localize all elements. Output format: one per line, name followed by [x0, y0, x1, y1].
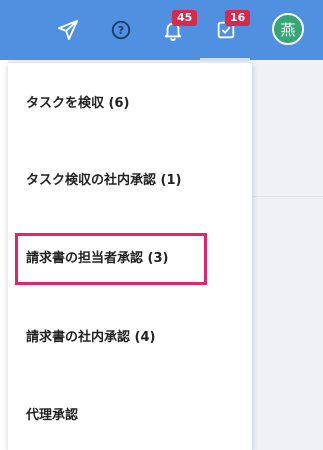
page-background-right: [252, 60, 323, 450]
menu-item-proxy-approval[interactable]: 代理承認: [8, 398, 252, 428]
menu-item-task-acceptance-internal-approval[interactable]: タスク検収の社内承認 (1): [8, 163, 252, 193]
avatar[interactable]: 燕: [272, 13, 304, 45]
menu-item-label: タスク検収の社内承認 (1): [26, 172, 182, 188]
help-icon: ?: [111, 20, 131, 40]
send-icon: [57, 19, 79, 41]
active-tab-indicator: [200, 58, 250, 61]
menu-item-task-acceptance[interactable]: タスクを検収 (6): [8, 86, 252, 116]
inbox-count-badge: 16: [225, 10, 251, 26]
menu-item-invoice-internal-approval[interactable]: 請求書の社内承認 (4): [8, 320, 252, 350]
top-navigation-bar: ? 45 16 燕: [0, 0, 323, 60]
menu-item-label: 請求書の社内承認 (4): [26, 329, 156, 345]
avatar-initial: 燕: [280, 20, 296, 39]
page-background-left: [0, 60, 8, 450]
highlight-box: [15, 233, 207, 285]
menu-item-label: 代理承認: [26, 407, 79, 423]
notification-count-badge: 45: [172, 10, 198, 26]
help-button[interactable]: ?: [107, 16, 135, 44]
background-divider: [252, 196, 323, 197]
menu-item-label: タスクを検収 (6): [26, 95, 130, 111]
tasks-inbox-button[interactable]: 16: [212, 10, 251, 44]
svg-text:?: ?: [118, 24, 124, 37]
notifications-button[interactable]: 45: [159, 10, 198, 44]
send-button[interactable]: [54, 16, 82, 44]
